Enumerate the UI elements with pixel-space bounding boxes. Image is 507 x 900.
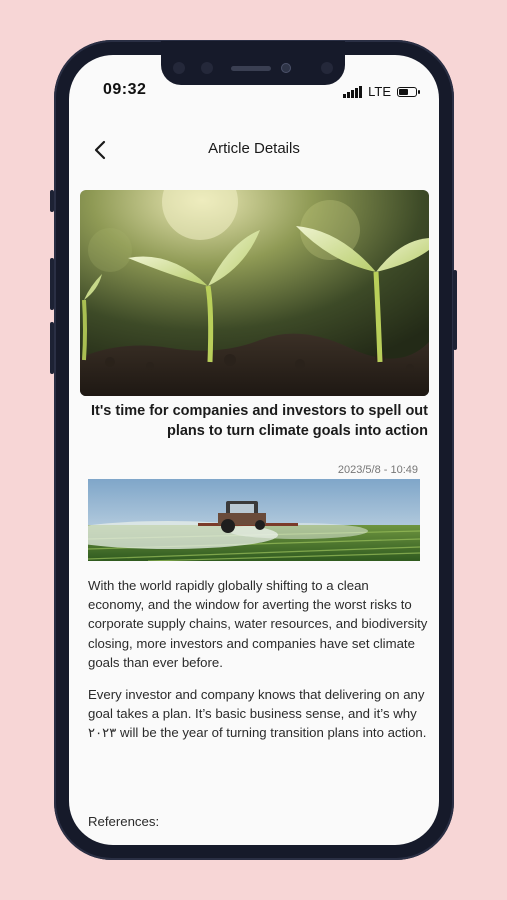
battery-level [399, 88, 408, 95]
article-datetime: 2023/5/8 - 10:49 [337, 464, 418, 476]
sensor-icon [321, 62, 333, 74]
volume-up-button [50, 258, 54, 310]
references-label: References: [88, 814, 160, 829]
status-time: 09:32 [103, 81, 147, 98]
phone-notch [161, 41, 345, 85]
power-button [453, 270, 457, 350]
article-image-tractor [88, 479, 420, 561]
network-label: LTE [368, 84, 391, 99]
front-camera-icon [281, 63, 291, 73]
sensor-icon [173, 62, 185, 74]
signal-icon [343, 85, 363, 98]
volume-down-button [50, 322, 54, 374]
status-bar-right: LTE [343, 84, 420, 99]
article-paragraph: Every investor and company knows that de… [88, 687, 427, 741]
mute-switch [50, 190, 54, 212]
article-paragraph: With the world rapidly globally shifting… [88, 578, 428, 670]
phone-screen: 09:32 LTE Article Details It's time for … [69, 55, 439, 845]
hero-image-seedlings [80, 190, 429, 396]
speaker-grille [231, 66, 271, 71]
sensor-icon [201, 62, 213, 74]
article-headline: It's time for companies and investors to… [90, 403, 428, 439]
page-title: Article Details [208, 140, 300, 157]
battery-icon [397, 86, 420, 97]
